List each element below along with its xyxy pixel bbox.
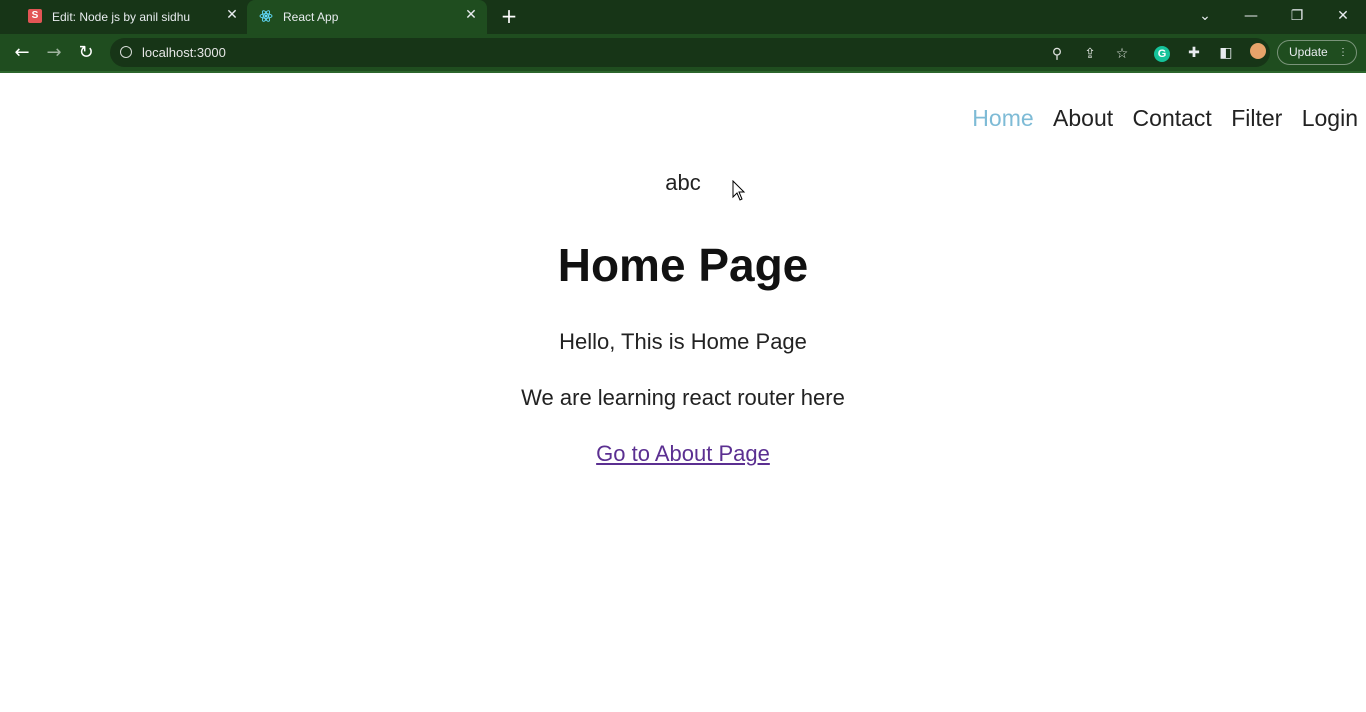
url-text[interactable]: localhost:3000 (142, 45, 226, 60)
react-icon (259, 9, 273, 23)
close-icon[interactable]: ✕ (224, 7, 240, 23)
forward-arrow-icon[interactable]: → (43, 42, 65, 64)
back-arrow-icon[interactable]: ← (11, 42, 33, 64)
nav-link-contact[interactable]: Contact (1133, 105, 1212, 131)
main-nav: Home About Contact Filter Login (959, 105, 1358, 132)
go-to-about-link[interactable]: Go to About Page (596, 441, 770, 466)
intro-paragraph: Hello, This is Home Page (559, 329, 807, 354)
nav-link-about[interactable]: About (1053, 105, 1113, 131)
toolbar-divider (0, 71, 1366, 73)
tab-edit-node-js[interactable]: S Edit: Node js by anil sidhu ✕ (8, 0, 246, 34)
page-title: Home Page (557, 239, 809, 291)
tab-search-chevron-icon[interactable]: ⌄ (1194, 6, 1216, 26)
zoom-icon[interactable]: ⚲ (1048, 45, 1066, 63)
share-icon[interactable]: ⇪ (1081, 45, 1099, 63)
mouse-cursor-icon (732, 180, 746, 201)
close-icon[interactable]: ✕ (463, 7, 479, 23)
s-app-icon: S (28, 9, 42, 23)
address-bar[interactable]: localhost:3000 ⚲ ⇪ ☆ (110, 38, 1270, 67)
window-close-icon[interactable]: ✕ (1332, 6, 1354, 26)
about-link-wrapper: Go to About Page (0, 441, 1366, 467)
new-tab-plus-icon[interactable]: + (500, 6, 518, 26)
nav-link-filter[interactable]: Filter (1231, 105, 1282, 131)
extensions-puzzle-icon[interactable]: ✚ (1184, 43, 1204, 63)
update-button[interactable]: Update ⋮ (1277, 40, 1357, 65)
browser-toolbar: ← → ↻ localhost:3000 ⚲ ⇪ ☆ G ✚ ◧ Update … (0, 34, 1366, 71)
more-menu-icon[interactable]: ⋮ (1338, 41, 1348, 64)
side-panel-icon[interactable]: ◧ (1216, 43, 1236, 63)
description-paragraph: We are learning react router here (521, 385, 845, 410)
restore-icon[interactable]: ❐ (1286, 6, 1308, 26)
bookmark-star-icon[interactable]: ☆ (1113, 45, 1131, 63)
profile-avatar[interactable] (1248, 43, 1268, 63)
tab-react-app[interactable]: React App ✕ (247, 0, 487, 34)
nav-link-home[interactable]: Home (972, 105, 1033, 131)
nav-link-login[interactable]: Login (1302, 105, 1358, 131)
tab-title: Edit: Node js by anil sidhu (52, 10, 191, 24)
reload-icon[interactable]: ↻ (75, 42, 97, 64)
minimize-icon[interactable]: — (1240, 6, 1262, 26)
update-label: Update (1289, 45, 1328, 59)
grammarly-extension-icon[interactable]: G (1152, 43, 1172, 63)
tab-strip: S Edit: Node js by anil sidhu ✕ React Ap… (0, 0, 1366, 34)
browser-chrome: S Edit: Node js by anil sidhu ✕ React Ap… (0, 0, 1366, 73)
tab-title: React App (283, 10, 339, 24)
top-text: abc (665, 170, 701, 195)
site-info-icon[interactable] (120, 46, 132, 58)
